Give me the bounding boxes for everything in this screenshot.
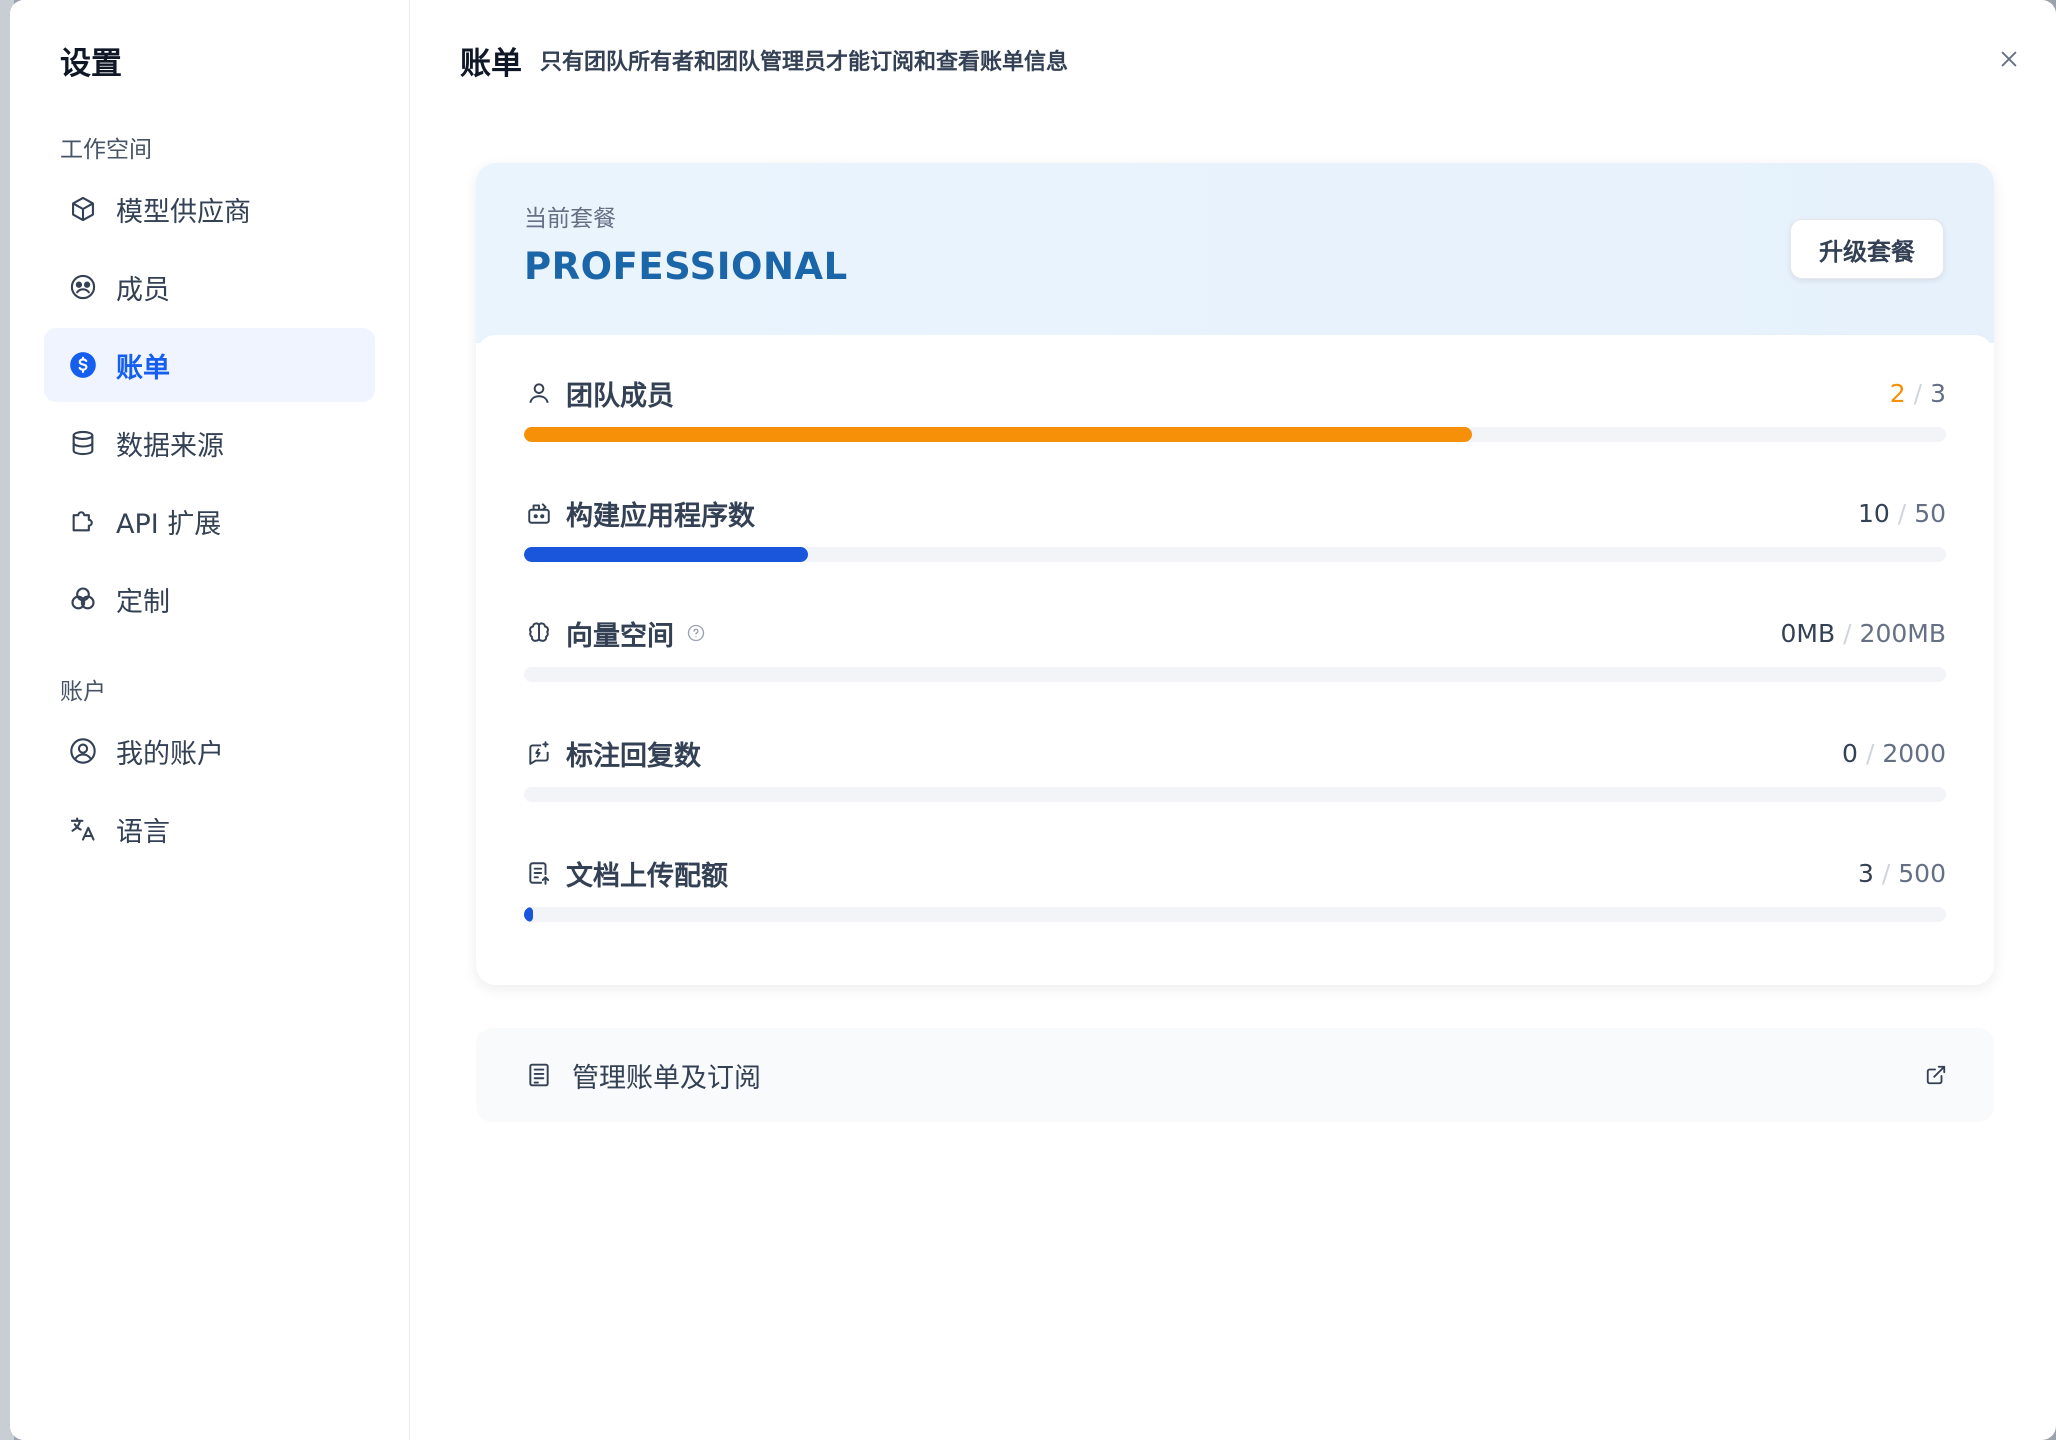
- usage-total: 3: [1930, 378, 1946, 408]
- usage-separator: /: [1865, 738, 1875, 768]
- sidebar-item-label: 账单: [116, 352, 170, 384]
- usage-total: 50: [1914, 498, 1946, 528]
- apps-icon: [524, 498, 554, 528]
- usage-current: 0MB: [1780, 618, 1836, 648]
- panel-header: 账单 只有团队所有者和团队管理员才能订阅和查看账单信息: [460, 38, 1068, 82]
- user-icon: [524, 378, 554, 408]
- usage-current: 0: [1842, 738, 1858, 768]
- external-link-icon: [1924, 1063, 1948, 1087]
- usage-progress-fill: [524, 547, 809, 562]
- page-title: 账单: [460, 45, 522, 82]
- members-icon: [68, 272, 98, 302]
- usage-separator: /: [1897, 498, 1907, 528]
- brain-icon: [524, 618, 554, 648]
- usage-list: 团队成员 2/3 构建应用程序数 10/50 向量空间 0MB / 200MB …: [476, 335, 1994, 985]
- usage-row-apps: 构建应用程序数 10/50: [524, 495, 1946, 615]
- usage-progress-bar: [524, 907, 1946, 922]
- color-circles-icon: [68, 584, 98, 614]
- sidebar-item-label: 语言: [116, 816, 170, 848]
- usage-separator: /: [1843, 618, 1852, 648]
- translate-icon: [68, 814, 98, 844]
- usage-progress-fill: [524, 427, 1473, 442]
- close-icon: [2001, 51, 2017, 67]
- sidebar-item-data-sources[interactable]: 数据来源: [44, 406, 375, 480]
- usage-row-vector-space: 向量空间 0MB/200MB: [524, 615, 1946, 735]
- usage-progress-fill: [524, 907, 533, 922]
- section-label-workspace: 工作空间: [60, 137, 152, 163]
- plan-card: 当前套餐 PROFESSIONAL 升级套餐 团队成员 2/3 构建应用程序数 …: [476, 163, 1994, 985]
- usage-value: 0MB/200MB: [1780, 619, 1946, 648]
- sidebar-item-label: 定制: [116, 586, 170, 618]
- plan-label: 当前套餐: [524, 206, 616, 232]
- message-bolt-icon: [524, 738, 554, 768]
- sidebar-item-api-extensions[interactable]: API 扩展: [44, 484, 375, 558]
- sidebar-item-label: 我的账户: [116, 738, 224, 770]
- usage-progress-bar: [524, 787, 1946, 802]
- usage-current: 3: [1857, 858, 1874, 888]
- usage-name: 构建应用程序数: [566, 500, 755, 532]
- usage-total: 500: [1898, 858, 1946, 888]
- usage-progress-bar: [524, 547, 1946, 562]
- close-button[interactable]: [1992, 42, 2026, 76]
- usage-separator: /: [1881, 858, 1891, 888]
- plan-header: 当前套餐 PROFESSIONAL 升级套餐: [476, 163, 1994, 343]
- usage-name: 向量空间: [566, 620, 674, 652]
- usage-value: 2/3: [1890, 379, 1946, 408]
- settings-sidebar: 设置 工作空间 模型供应商 成员 账单 数据来源 API 扩展 定制 账户 我的…: [10, 0, 410, 1440]
- sidebar-item-billing[interactable]: 账单: [44, 328, 375, 402]
- billing-panel: 账单 只有团队所有者和团队管理员才能订阅和查看账单信息 当前套餐 PROFESS…: [410, 0, 2056, 1440]
- sidebar-item-label: 成员: [116, 274, 170, 306]
- dollar-icon: [68, 350, 98, 380]
- usage-value: 10/50: [1858, 499, 1946, 528]
- page-description: 只有团队所有者和团队管理员才能订阅和查看账单信息: [540, 50, 1069, 75]
- usage-separator: /: [1913, 378, 1923, 408]
- usage-row-document-upload: 文档上传配额 3/500: [524, 855, 1946, 975]
- usage-row-annotation-replies: 标注回复数 0/2000: [524, 735, 1946, 855]
- sidebar-item-language[interactable]: 语言: [44, 792, 375, 866]
- sidebar-item-label: 数据来源: [116, 430, 224, 462]
- usage-current: 10: [1857, 498, 1890, 528]
- file-upload-icon: [524, 858, 554, 888]
- usage-name: 文档上传配额: [566, 860, 728, 892]
- upgrade-plan-button[interactable]: 升级套餐: [1790, 219, 1944, 279]
- database-icon: [68, 428, 98, 458]
- plan-name: PROFESSIONAL: [524, 245, 848, 288]
- puzzle-icon: [68, 506, 98, 536]
- section-label-account: 账户: [60, 679, 106, 705]
- usage-name: 团队成员: [566, 380, 674, 412]
- usage-total: 2000: [1882, 738, 1946, 768]
- usage-progress-bar: [524, 667, 1946, 682]
- help-circle-icon[interactable]: [686, 623, 706, 643]
- receipt-icon: [524, 1060, 554, 1090]
- manage-billing-label: 管理账单及订阅: [572, 1062, 761, 1094]
- sidebar-item-label: 模型供应商: [116, 196, 251, 228]
- sidebar-title: 设置: [60, 46, 122, 82]
- usage-value: 3/500: [1858, 859, 1946, 888]
- user-circle-icon: [68, 736, 98, 766]
- usage-current: 2: [1889, 378, 1906, 408]
- settings-modal: 设置 工作空间 模型供应商 成员 账单 数据来源 API 扩展 定制 账户 我的…: [10, 0, 2056, 1440]
- manage-billing-link[interactable]: 管理账单及订阅: [476, 1028, 1994, 1122]
- usage-row-team-members: 团队成员 2/3: [524, 375, 1946, 495]
- usage-name: 标注回复数: [566, 740, 701, 772]
- usage-progress-bar: [524, 427, 1946, 442]
- cube-icon: [68, 194, 98, 224]
- sidebar-item-my-account[interactable]: 我的账户: [44, 714, 375, 788]
- sidebar-item-members[interactable]: 成员: [44, 250, 375, 324]
- usage-total: 200MB: [1859, 618, 1946, 648]
- sidebar-item-label: API 扩展: [116, 508, 222, 540]
- sidebar-item-customization[interactable]: 定制: [44, 562, 375, 636]
- usage-value: 0/2000: [1842, 739, 1946, 768]
- sidebar-item-model-providers[interactable]: 模型供应商: [44, 172, 375, 246]
